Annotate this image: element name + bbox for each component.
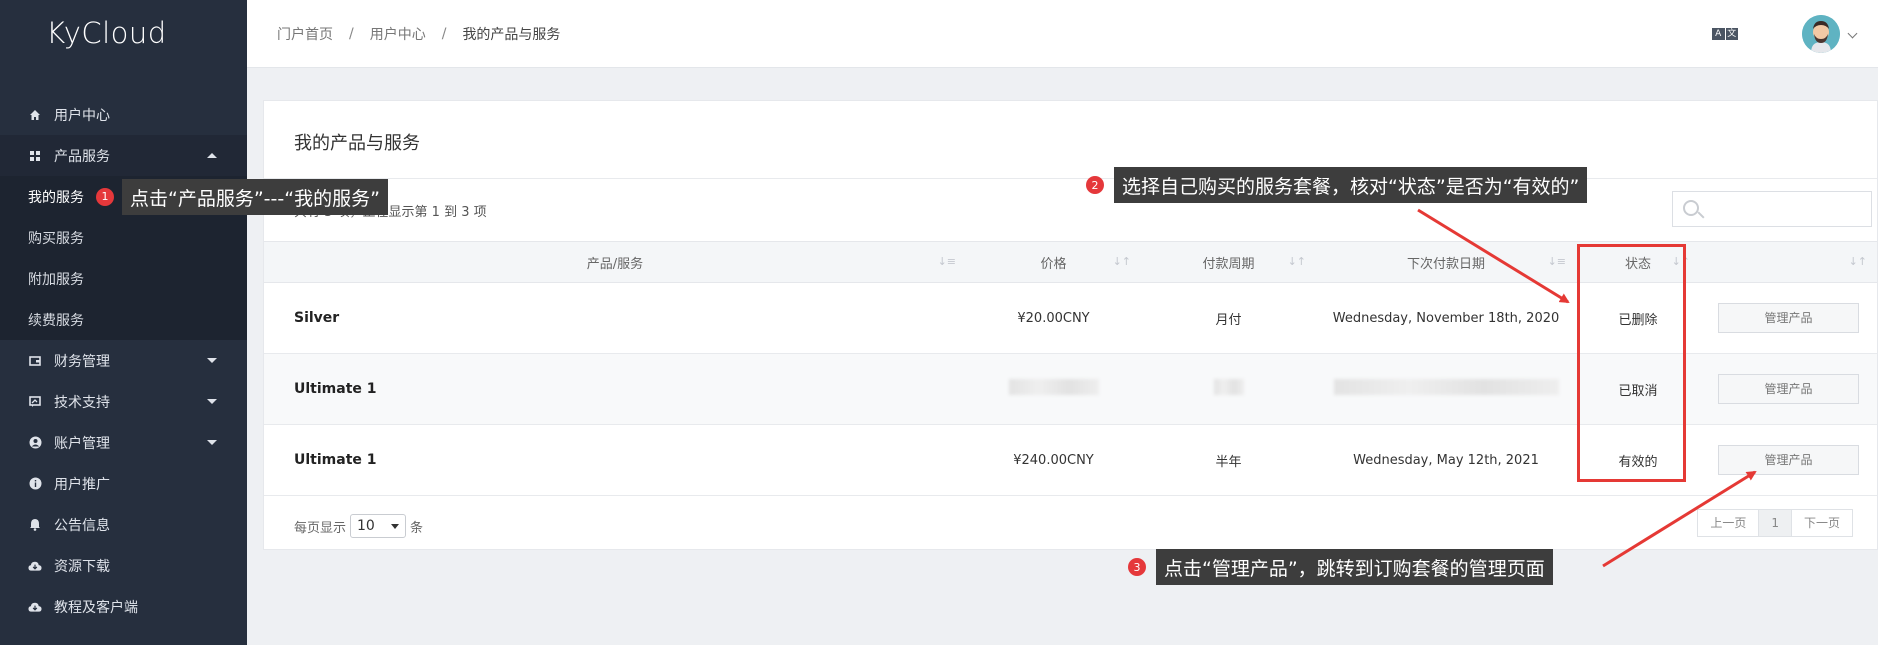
arrow-to-status xyxy=(1417,208,1570,304)
annotation-arrows xyxy=(1417,208,1757,568)
arrow-to-manage-button xyxy=(1602,470,1757,568)
